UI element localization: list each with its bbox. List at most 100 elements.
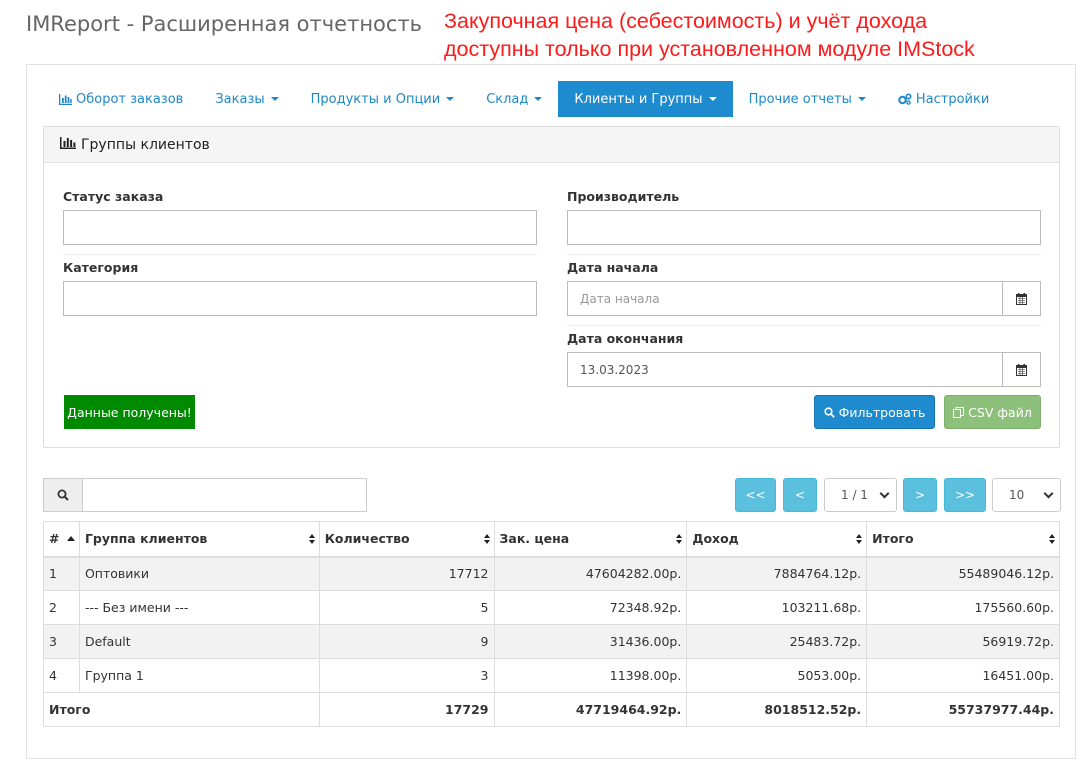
per-page-value: 10	[1009, 488, 1025, 502]
table-header-row: # Группа клиентов Количество Зак. цена Д…	[43, 521, 1060, 558]
main-nav: Оборот заказов Заказы Продукты и Опции С…	[43, 81, 1005, 117]
sort-icon	[308, 533, 315, 544]
divider	[567, 325, 1041, 326]
divider	[567, 254, 1041, 255]
order-status-select[interactable]	[63, 210, 537, 245]
data-received-status: Данные получены!	[64, 395, 195, 429]
nav-orders[interactable]: Заказы	[199, 81, 294, 117]
category-label: Категория	[63, 260, 139, 275]
sort-asc-icon	[66, 535, 75, 541]
cell-income: 25483.72р.	[686, 624, 868, 659]
table-total-row: Итого 17729 47719464.92р. 8018512.52р. 5…	[43, 692, 1060, 727]
pager-next-button[interactable]: >	[903, 478, 937, 512]
chevron-down-icon	[1043, 488, 1054, 498]
caret-down-icon	[857, 97, 866, 101]
cell-quantity: 17712	[318, 556, 495, 591]
cell-group: --- Без имени ---	[78, 590, 320, 625]
search-icon	[43, 478, 83, 512]
cell-cost: 72348.92р.	[493, 590, 688, 625]
page-select-value: 1 / 1	[841, 488, 868, 502]
nav-label: Прочие отчеты	[748, 91, 852, 107]
cell-quantity: 3	[318, 658, 495, 693]
csv-button[interactable]: CSV файл	[944, 395, 1041, 429]
cell-index: 1	[43, 556, 80, 591]
bar-chart-icon	[59, 93, 72, 105]
cell-group: Оптовики	[78, 556, 320, 591]
cell-cost: 47604282.00р.	[493, 556, 688, 591]
nav-stock[interactable]: Склад	[470, 81, 558, 117]
col-header-group[interactable]: Группа клиентов	[78, 521, 320, 558]
cell-total: 16451.00р.	[866, 658, 1060, 693]
manufacturer-label: Производитель	[567, 189, 680, 204]
csv-button-label: CSV файл	[968, 404, 1032, 420]
cell-index: 2	[43, 590, 80, 625]
filter-button[interactable]: Фильтровать	[814, 395, 935, 429]
per-page-select[interactable]: 10	[992, 478, 1061, 512]
cell-group: Default	[78, 624, 320, 659]
nav-other-reports[interactable]: Прочие отчеты	[733, 81, 882, 117]
cell-index: 4	[43, 658, 80, 693]
notice-line-1: Закупочная цена (себестоимость) и учёт д…	[444, 9, 928, 33]
app-title: IMReport - Расширенная отчетность	[26, 12, 423, 36]
manufacturer-select[interactable]	[567, 210, 1041, 245]
sort-icon	[483, 533, 490, 544]
end-date-input[interactable]: 13.03.2023	[567, 352, 1003, 387]
search-icon	[824, 406, 835, 418]
pager-last-button[interactable]: >>	[944, 478, 986, 512]
page-select[interactable]: 1 / 1	[824, 478, 897, 512]
col-header-index[interactable]: #	[43, 521, 80, 558]
sort-icon	[1049, 533, 1055, 544]
cell-total: 55489046.12р.	[866, 556, 1060, 591]
sort-icon	[676, 533, 683, 544]
pager-first-button[interactable]: <<	[735, 478, 776, 512]
nav-products-options[interactable]: Продукты и Опции	[295, 81, 471, 117]
cell-total: 56919.72р.	[866, 624, 1060, 659]
nav-customers-groups[interactable]: Клиенты и Группы	[558, 81, 733, 117]
start-date-placeholder: Дата начала	[580, 291, 660, 306]
col-header-total[interactable]: Итого	[866, 521, 1060, 558]
start-date-calendar-button[interactable]	[1002, 281, 1041, 316]
nav-settings[interactable]: Настройки	[882, 81, 1005, 117]
end-date-label: Дата окончания	[567, 331, 684, 346]
table-row: 2 --- Без имени --- 5 72348.92р. 103211.…	[43, 590, 1060, 625]
pager-prev-button[interactable]: <	[783, 478, 817, 512]
caret-down-icon	[270, 97, 279, 101]
panel-title: Группы клиентов	[81, 136, 210, 153]
cell-quantity: 9	[318, 624, 495, 659]
cell-total: 175560.60р.	[866, 590, 1060, 625]
table-row: 3 Default 9 31436.00р. 25483.72р. 56919.…	[43, 624, 1060, 659]
cell-index: 3	[43, 624, 80, 659]
category-select[interactable]	[63, 281, 537, 316]
start-date-input[interactable]: Дата начала	[567, 281, 1003, 316]
cell-group: Группа 1	[78, 658, 320, 693]
cell-quantity: 5	[318, 590, 495, 625]
nav-label: Продукты и Опции	[310, 91, 441, 107]
table-search	[43, 478, 367, 512]
cell-income: 7884764.12р.	[686, 556, 868, 591]
nav-label: Настройки	[915, 91, 990, 107]
col-header-quantity[interactable]: Количество	[318, 521, 495, 558]
cell-cost: 11398.00р.	[493, 658, 688, 693]
order-status-label: Статус заказа	[63, 189, 164, 204]
copy-icon	[953, 406, 965, 418]
calendar-icon	[1016, 292, 1027, 305]
start-date-label: Дата начала	[567, 260, 659, 275]
sort-icon	[856, 533, 863, 544]
filter-panel: Группы клиентов Статус заказа Производит…	[43, 126, 1060, 448]
cell-cost: 31436.00р.	[493, 624, 688, 659]
divider	[63, 254, 537, 255]
bar-chart-icon	[60, 136, 81, 153]
total-cost: 47719464.92р.	[493, 692, 688, 727]
nav-label: Склад	[486, 91, 529, 107]
col-header-income[interactable]: Доход	[686, 521, 868, 558]
gears-icon	[898, 93, 912, 105]
caret-down-icon	[534, 97, 543, 101]
nav-order-turnover[interactable]: Оборот заказов	[43, 81, 199, 117]
col-header-cost[interactable]: Зак. цена	[493, 521, 688, 558]
caret-down-icon	[446, 97, 455, 101]
notice-line-2: доступны только при установленном модуле…	[444, 37, 975, 61]
cell-income: 103211.68р.	[686, 590, 868, 625]
search-input[interactable]	[83, 478, 367, 512]
end-date-calendar-button[interactable]	[1002, 352, 1041, 387]
total-income: 8018512.52р.	[686, 692, 868, 727]
